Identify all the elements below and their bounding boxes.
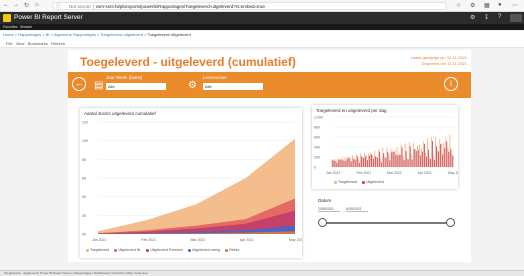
- forward-icon[interactable]: →: [13, 2, 19, 8]
- powerbi-logo-icon: [3, 14, 11, 22]
- y-tick-label: 0: [314, 166, 316, 170]
- cumulative-chart-legend: Toegeleverd Uitgeleverd NL Uitgeleverd Pre…: [86, 248, 301, 252]
- favorites-bar: Favorites Browse: [0, 24, 524, 30]
- filter-year-week-select[interactable]: Alle: [106, 83, 166, 90]
- x-tick-label: Jan 2021: [92, 238, 106, 242]
- breadcrumb-item[interactable]: Home: [3, 32, 14, 37]
- y-tick-label: 10K: [82, 139, 89, 143]
- filter-supplier-label: Leverancier: [203, 75, 227, 80]
- x-tick-label: Mar 2021: [387, 171, 402, 175]
- x-tick-label: May 2021: [289, 238, 302, 242]
- date-slicer-label: Datum: [318, 198, 332, 203]
- breadcrumb-item[interactable]: BI: [46, 32, 50, 37]
- calendar-icon: ▤: [94, 80, 104, 91]
- legend-item: Toegeleverd: [86, 248, 109, 252]
- y-tick-label: 0K: [82, 233, 87, 237]
- breadcrumb-item[interactable]: Toegeleverd-uitgeleverd: [100, 32, 143, 37]
- view-menu[interactable]: View: [16, 41, 25, 46]
- breadcrumb-item[interactable]: Algemene Rapportages: [54, 32, 96, 37]
- bottom-tab[interactable]: Toegeleverd - uitgeleverd: [4, 271, 38, 275]
- x-tick-label: Feb 2021: [357, 171, 372, 175]
- info-icon[interactable]: ⓘ: [56, 3, 61, 9]
- app-title: Power BI Report Server: [14, 14, 83, 21]
- back-arrow-icon[interactable]: ←: [72, 77, 86, 91]
- x-tick-label: Apr 2021: [418, 171, 432, 175]
- filter-year-week-label: Jaar Week (laatst): [106, 75, 143, 80]
- report-info-data: Gegevens t/m 11-11-2021: [421, 61, 467, 66]
- supplier-icon: ⚙: [188, 80, 197, 91]
- y-tick-label: 12K: [82, 121, 89, 125]
- bookmarks-menu[interactable]: Bookmarks: [28, 41, 48, 46]
- profile-icon[interactable]: ●: [498, 2, 502, 8]
- refresh-button[interactable]: Refresh: [51, 41, 65, 46]
- settings-icon[interactable]: ⚙: [470, 14, 475, 21]
- legend-item: Retour: [225, 248, 240, 252]
- y-tick-label: 4K: [82, 195, 87, 199]
- date-slicer-start-handle[interactable]: [318, 218, 327, 227]
- breadcrumb-current: Toegeleverd Uitgeleverd: [147, 32, 191, 37]
- date-slicer-track: [322, 222, 450, 224]
- date-slicer-start[interactable]: 1/08/2020: [318, 207, 340, 212]
- download-icon[interactable]: ↧: [484, 14, 489, 21]
- bottom-tabs-strip: Toegeleverd - uitgeleverd | Power BI Rep…: [0, 270, 524, 276]
- extensions-icon[interactable]: ⚙: [470, 2, 475, 9]
- more-icon[interactable]: ⋯: [512, 2, 518, 9]
- bottom-tab[interactable]: Dashboard: [94, 271, 109, 275]
- refresh-icon[interactable]: ↻: [24, 2, 29, 9]
- collections-icon[interactable]: ▦: [484, 2, 490, 9]
- browse-link[interactable]: Browse: [20, 25, 32, 29]
- bottom-tab[interactable]: Mail: [126, 271, 132, 275]
- date-slicer-end-handle[interactable]: [446, 218, 455, 227]
- home-icon[interactable]: ⌂: [35, 2, 39, 8]
- app-header: Power BI Report Server ⚙ ↧ ?: [0, 12, 524, 24]
- url-security-label: Not secure: [69, 4, 91, 9]
- report-title: Toegeleverd - uitgeleverd (cumulatief): [80, 55, 296, 69]
- y-tick-label: 1,000: [314, 116, 323, 120]
- report-toolbar: File View Bookmarks Refresh: [0, 39, 524, 48]
- help-icon[interactable]: ?: [498, 14, 501, 20]
- x-tick-label: May 2021: [448, 171, 458, 175]
- x-tick-label: Mar 2021: [191, 238, 206, 242]
- bottom-tab[interactable]: Rapportages: [74, 271, 91, 275]
- y-tick-label: 200: [314, 156, 320, 160]
- y-tick-label: 8K: [82, 158, 87, 162]
- legend-item: Uitgeleverd overig: [187, 248, 220, 252]
- y-tick-label: 800: [314, 126, 320, 130]
- back-icon[interactable]: ←: [3, 2, 9, 8]
- browser-toolbar: ← → ↻ ⌂ ⓘ Not secure | vsm-ssrs-bi/pbire…: [0, 0, 524, 12]
- x-tick-label: Jan 2021: [326, 171, 340, 175]
- daily-chart-legend: Toegeleverd Uitgeleverd: [334, 180, 384, 184]
- x-tick-label: Apr 2021: [240, 238, 254, 242]
- favorites-link[interactable]: Favorites: [3, 25, 17, 29]
- cumulative-chart-panel: Aantal stocks uitgeleverd cumulatief 12K…: [80, 108, 302, 258]
- legend-item: Uitgeleverd NL: [114, 248, 141, 252]
- y-tick-label: 2K: [82, 214, 87, 218]
- x-tick-label: Feb 2021: [141, 238, 156, 242]
- daily-chart-panel: Toegeleverd en uitgeleverd per dag 1,000…: [312, 105, 458, 189]
- y-tick-label: 400: [314, 146, 320, 150]
- filter-band: ← ▤ Jaar Week (laatst) Alle ⚙ Leverancie…: [68, 72, 471, 98]
- legend-item: Uitgeleverd Premium: [146, 248, 183, 252]
- info-icon[interactable]: i: [444, 77, 458, 91]
- url-text: vsm-ssrs-bi/pbireports/powerbi/Rapportag…: [95, 4, 265, 9]
- cumulative-chart: 12K 10K 8K 6K 4K 2K 0K Jan 2021 Feb 2021 Mar 202…: [82, 121, 302, 243]
- legend-item: Toegeleverd: [334, 180, 357, 184]
- filter-supplier-select[interactable]: Alle: [203, 83, 263, 90]
- breadcrumb-item[interactable]: Rapportages: [18, 32, 41, 37]
- address-bar[interactable]: ⓘ Not secure | vsm-ssrs-bi/pbireports/po…: [52, 2, 447, 10]
- date-slicer: Datum 1/08/2020 6/30/2021: [318, 198, 464, 238]
- report-info: Laatst gewijzigd op: 12-11-2021 Gegevens…: [375, 55, 467, 67]
- breadcrumb: Home > Rapportages > BI > Algemene Rappo…: [0, 31, 524, 39]
- date-slicer-end[interactable]: 6/30/2021: [346, 207, 368, 212]
- bottom-tab[interactable]: Overzicht: [111, 271, 124, 275]
- legend-item: Uitgeleverd: [362, 180, 384, 184]
- bottom-tab[interactable]: Verkenner: [134, 271, 148, 275]
- y-tick-label: 6K: [82, 177, 87, 181]
- bookmark-star-icon[interactable]: ☆: [456, 2, 461, 9]
- bottom-tab[interactable]: Power BI Report Server: [40, 271, 72, 275]
- file-menu[interactable]: File: [6, 41, 12, 46]
- y-tick-label: 600: [314, 136, 320, 140]
- daily-chart: 1,000 800 600 400 200 0 Jan 2021 Feb 2021 Mar 2…: [314, 116, 458, 176]
- user-avatar[interactable]: [510, 14, 522, 22]
